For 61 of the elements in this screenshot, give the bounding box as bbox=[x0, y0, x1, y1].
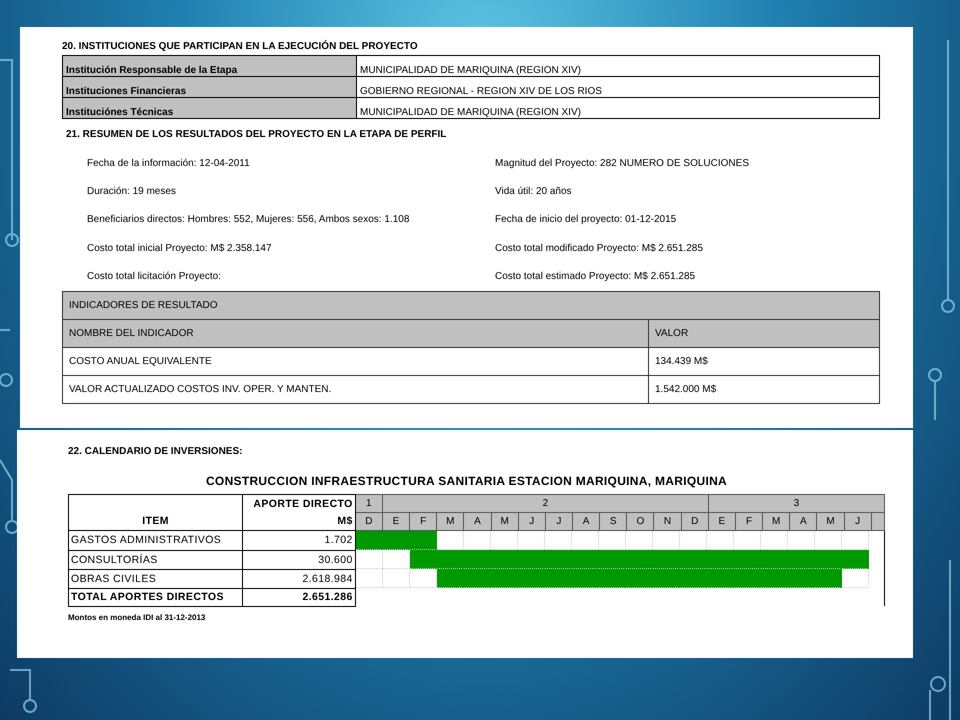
year-header: 2 bbox=[382, 494, 708, 512]
year-header: 1 bbox=[355, 494, 382, 512]
year-header: 3 bbox=[708, 494, 884, 512]
table-cell: Institución Responsable de la Etapa bbox=[62, 56, 356, 76]
table-cell: 134.439 M$ bbox=[648, 347, 880, 376]
month-header: A bbox=[464, 512, 492, 530]
month-header: J bbox=[545, 512, 572, 530]
table-cell: GASTOS ADMINISTRATIVOS bbox=[68, 530, 243, 550]
summary-text: Costo total estimado Proyecto: M$ 2.651.285 bbox=[495, 271, 696, 282]
summary-text: Fecha de la información: 12-04-2011 bbox=[87, 158, 251, 169]
table-cell: Instituciónes Técnicas bbox=[62, 98, 356, 118]
month-header: F bbox=[735, 512, 763, 530]
column-header: APORTE DIRECTO bbox=[242, 494, 356, 512]
month-header: M bbox=[816, 512, 844, 530]
table-cell: OBRAS CIVILES bbox=[68, 569, 243, 588]
summary-text: Fecha de inicio del proyecto: 01-12-2015 bbox=[495, 214, 678, 226]
month-header: E bbox=[382, 512, 410, 530]
table-cell: TOTAL APORTES DIRECTOS bbox=[68, 588, 243, 606]
month-header: F bbox=[410, 512, 437, 530]
table-cell: COSTO ANUAL EQUIVALENTE bbox=[62, 347, 648, 376]
table-cell: VALOR ACTUALIZADO COSTOS INV. OPER. Y MANTEN. bbox=[62, 375, 648, 404]
month-header: M bbox=[762, 512, 790, 530]
column-header: ITEM bbox=[68, 512, 243, 530]
table-header: INDICADORES DE RESULTADO bbox=[62, 291, 880, 320]
summary-text: Costo total modificado Proyecto: M$ 2.651.285 bbox=[495, 242, 704, 254]
table-cell: 2.651.286 bbox=[242, 588, 356, 606]
month-header: S bbox=[600, 512, 627, 530]
month-header: A bbox=[572, 512, 600, 530]
month-header: M bbox=[491, 512, 518, 530]
summary-text: Costo total inicial Proyecto: M$ 2.358.147 bbox=[87, 242, 273, 254]
summary-text: Duración: 19 meses bbox=[87, 186, 177, 198]
table-cell: GOBIERNO REGIONAL - REGION XIV DE LOS RIOS bbox=[356, 76, 880, 98]
table-cell: Instituciones Financieras bbox=[62, 76, 356, 98]
summary-text: Beneficiarios directos: Hombres: 552, Mujeres: 556, Ambos sexos: 1.108 bbox=[87, 214, 410, 226]
month-header: D bbox=[681, 512, 708, 530]
summary-text: Vida útil: 20 años bbox=[495, 186, 573, 198]
table-cell: CONSULTORÍAS bbox=[68, 550, 243, 569]
table-cell: 1.542.000 M$ bbox=[648, 375, 880, 404]
month-header: D bbox=[355, 512, 382, 530]
section-heading: 20. INSTITUCIONES QUE PARTICIPAN EN LA EJECUCIÓN DEL PROYECTO bbox=[62, 41, 419, 54]
month-header: O bbox=[626, 512, 654, 530]
column-header: NOMBRE DEL INDICADOR bbox=[62, 319, 648, 348]
section-heading: 21. RESUMEN DE LOS RESULTADOS DEL PROYECTO EN LA ETAPA DE PERFIL bbox=[66, 129, 448, 142]
section-heading: 22. CALENDARIO DE INVERSIONES: bbox=[68, 446, 244, 459]
chart-title: CONSTRUCCION INFRAESTRUCTURA SANITARIA ESTACION MARIQUINA, MARIQUINA bbox=[204, 474, 728, 488]
table-cell: MUNICIPALIDAD DE MARIQUINA (REGION XIV) bbox=[356, 98, 880, 118]
month-header: M bbox=[436, 512, 464, 530]
table-cell: 30.600 bbox=[242, 550, 356, 569]
column-header: VALOR bbox=[648, 319, 880, 348]
summary-text: Costo total licitación Proyecto: bbox=[87, 271, 222, 282]
month-header: E bbox=[708, 512, 736, 530]
month-header: J bbox=[518, 512, 546, 530]
month-header: A bbox=[790, 512, 817, 530]
column-header: M$ bbox=[242, 512, 356, 530]
table-cell: MUNICIPALIDAD DE MARIQUINA (REGION XIV) bbox=[356, 56, 880, 76]
summary-text: Magnitud del Proyecto: 282 NUMERO DE SOLUCIONES bbox=[495, 158, 750, 169]
footnote: Montos en moneda IDI al 31-12-2013 bbox=[68, 612, 206, 622]
month-header: N bbox=[654, 512, 682, 530]
table-cell: 2.618.984 bbox=[242, 569, 356, 588]
table-cell: 1.702 bbox=[242, 530, 356, 550]
month-header: J bbox=[844, 512, 872, 530]
